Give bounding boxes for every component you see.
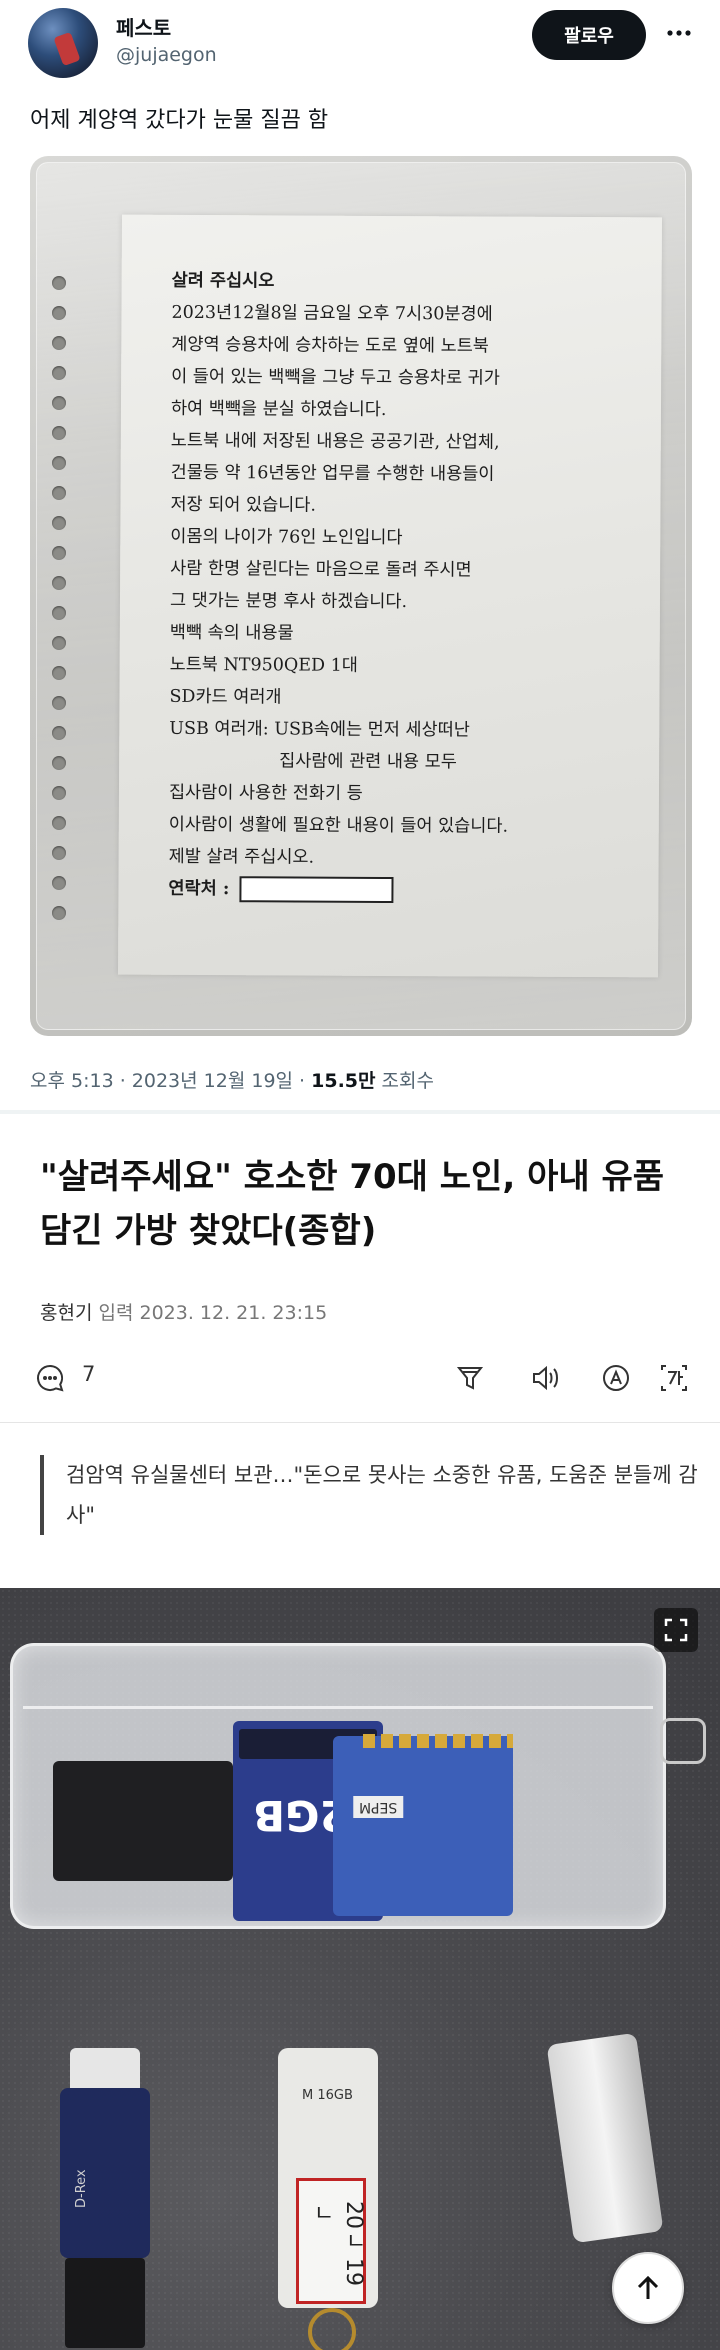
black-card [53,1761,233,1881]
article-headline: "살려주세요" 호소한 70대 노인, 아내 유품 담긴 가방 찾았다(종합) [40,1157,665,1251]
tweet-meta: 오후 5:13 · 2023년 12월 19일 · 15.5만 조회수 [30,1066,434,1093]
sd-contacts [363,1734,513,1748]
usb-drive-blue: D-Rex [60,2048,150,2348]
usb-brand-label: D-Rex [74,2169,89,2208]
note-line: 집사람에 관련 내용 모두 [279,751,457,773]
more-dots-icon[interactable] [664,18,694,48]
arrow-up-icon [637,2275,659,2299]
note-line: 저장 되어 있습니다. [170,494,317,516]
note-photo[interactable]: 살려 주십시오 2023년12월8일 금요일 오후 7시30분경에 계양역 승용… [30,156,692,1036]
contact-row: 연락처 : [168,873,638,907]
note-line: 이몸의 나이가 76인 노인입니다 [170,526,403,549]
note-title: 살려 주십시오 [171,270,275,292]
usb-tag-text: 20ㄴ 19ㄴ [309,2201,366,2286]
binder-holes [52,276,72,976]
note-line: 이사람이 생활에 필요한 내용이 들어 있습니다. [168,814,509,837]
comment-bubble-icon[interactable] [30,1358,70,1398]
note-line: 제발 살려 주십시오. [168,846,315,868]
paper-clip [660,1718,706,1764]
translate-icon[interactable] [654,1358,694,1398]
note-line: 이 들어 있는 백빽을 그냥 두고 승용차로 귀가 [171,366,500,389]
note-line: 백빽 속의 내용물 [169,622,294,644]
note-line: 건물등 약 16년동안 업무를 수행한 내용들이 [170,462,495,485]
article-byline: 홍현기 입력 2023. 12. 21. 23:15 [40,1298,327,1325]
author-name[interactable]: 홍현기 [40,1302,92,1324]
tweet-timestamp[interactable]: 오후 5:13 · 2023년 12월 19일 · [30,1070,311,1092]
speaker-icon[interactable] [526,1358,566,1398]
note-text: 살려 주십시오 2023년12월8일 금요일 오후 7시30분경에 계양역 승용… [168,265,641,907]
usb-drive-white: M 16GB 20ㄴ 19ㄴ [278,2048,378,2350]
note-paper: 살려 주십시오 2023년12월8일 금요일 오후 7시30분경에 계양역 승용… [118,214,662,978]
article-toolbar: 7 [30,1352,690,1402]
note-line: SD카드 여러개 [169,686,282,708]
note-line: 계양역 승용차에 승차하는 도로 옆에 노트북 [171,334,489,357]
usb-capacity-label: M 16GB [302,2088,353,2103]
note-line: 집사람이 사용한 전화기 등 [168,782,363,804]
user-handle[interactable]: @jujaegon [116,44,217,66]
note-line: 2023년12월8일 금요일 오후 7시30분경에 [171,302,493,325]
expand-icon[interactable] [654,1608,698,1652]
sd2-label: SEPM [353,1796,404,1818]
note-line: 사람 한명 살린다는 마음으로 돌려 주시면 [170,558,472,581]
follow-button[interactable]: 팔로우 [532,10,646,60]
publish-time: 입력 2023. 12. 21. 23:15 [92,1302,328,1324]
summary-filter-icon[interactable] [450,1358,490,1398]
sd-card-2: SEPM [333,1736,513,1916]
article-subhead: 검암역 유실물센터 보관…"돈으로 못사는 소중한 유품, 도움준 분들께 감사… [40,1455,716,1535]
tweet-text: 어제 계양역 갔다가 눈물 질끔 함 [30,108,329,133]
comment-count[interactable]: 7 [82,1362,95,1386]
tweet-header: 페스토 @jujaegon 팔로우 [0,0,720,90]
items-photo[interactable]: 2GB SEPM D-Rex M 16GB 20ㄴ 19ㄴ [0,1588,720,2350]
note-line: 하여 백빽을 분실 하였습니다. [170,398,387,420]
key-ring [308,2308,356,2350]
view-count: 15.5만 [311,1070,376,1092]
plastic-case: 2GB SEPM [10,1643,666,1929]
note-line: 노트북 NT950QED 1대 [169,654,358,676]
redacted-phone [239,876,394,904]
toolbar-divider [0,1422,720,1423]
view-label: 조회수 [375,1070,434,1092]
display-name[interactable]: 페스토 [116,12,171,41]
usb-tag: 20ㄴ 19ㄴ [296,2178,366,2304]
note-line: 노트북 내에 저장된 내용은 공공기관, 산업체, [170,430,500,453]
font-size-icon[interactable] [596,1358,636,1398]
avatar[interactable] [28,8,98,78]
note-line: USB 여러개: USB속에는 먼저 세상떠난 [169,718,470,741]
note-line: 그 댓가는 분명 후사 하겠습니다. [169,590,408,613]
contact-label: 연락처 : [168,878,230,900]
scroll-to-top-button[interactable] [612,2252,684,2324]
section-divider [0,1110,720,1114]
